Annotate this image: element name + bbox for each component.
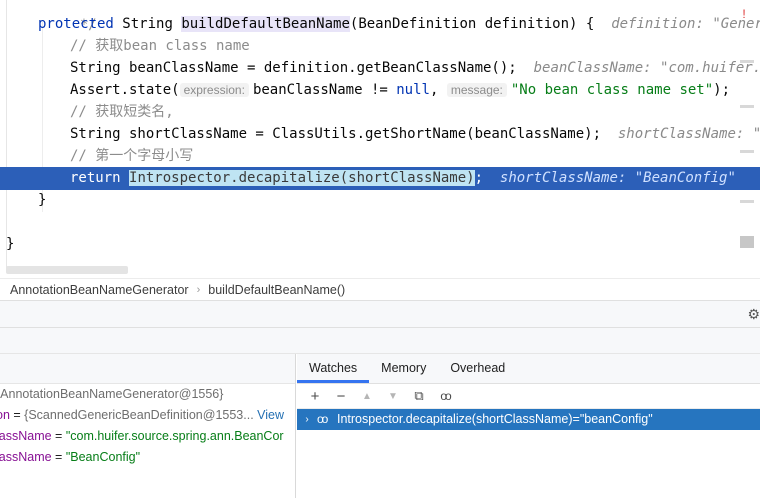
variable-value: {AnnotationBeanNameGenerator@1556} (0, 387, 224, 401)
variable-equals: = (51, 450, 66, 464)
return-type: String (122, 16, 173, 32)
debug-toolbar-area (0, 328, 760, 354)
method-params: (BeanDefinition definition) { (349, 16, 595, 32)
tab-memory[interactable]: Memory (369, 353, 438, 383)
watch-glasses-icon: oo (317, 412, 328, 426)
debug-tool-window-header: ⚙ (0, 300, 760, 328)
code-semicolon: ; (474, 170, 484, 186)
param-hint-expression: expression: (179, 83, 249, 97)
variables-header (0, 354, 295, 384)
scroll-marker[interactable] (740, 200, 754, 203)
watch-item[interactable]: › oo Introspector.decapitalize(shortClas… (297, 409, 760, 430)
error-mark-icon[interactable]: ! (738, 8, 750, 20)
debug-tabs: Watches Memory Overhead (297, 354, 760, 384)
code-line-comment[interactable]: // 获取bean class name (0, 35, 760, 57)
tab-overhead[interactable]: Overhead (438, 353, 517, 383)
vertical-scroll-thumb[interactable] (740, 236, 754, 248)
variable-row-definition[interactable]: on = {ScannedGenericBeanDefinition@1553.… (0, 405, 295, 426)
watches-panel: Watches Memory Overhead + − ▲ ▼ ⧉ oo › o… (297, 354, 760, 498)
watch-value: "beanConfig" (579, 412, 653, 426)
watches-toolbar: + − ▲ ▼ ⧉ oo (297, 384, 760, 409)
code-comment: // 获取短类名, (70, 104, 174, 120)
variable-row-shortClassName[interactable]: lassName = "BeanConfig" (0, 447, 295, 468)
variable-row-this[interactable]: {AnnotationBeanNameGenerator@1556} (0, 384, 295, 405)
keyword-protected: protected (38, 16, 114, 32)
watch-expression: Introspector.decapitalize(shortClassName… (337, 412, 573, 426)
variable-equals: = (51, 429, 66, 443)
code-editor[interactable]: */ protected String buildDefaultBeanName… (0, 0, 760, 278)
code-line-comment[interactable]: // 获取短类名, (0, 101, 760, 123)
variable-value: {ScannedGenericBeanDefinition@1553... (24, 408, 254, 422)
code-statement: String shortClassName = ClassUtils.getSh… (70, 126, 602, 142)
code-line-method-signature[interactable]: protected String buildDefaultBeanName(Be… (0, 13, 760, 35)
code-line[interactable]: String beanClassName = definition.getBea… (0, 57, 760, 79)
scroll-marker[interactable] (740, 150, 754, 153)
inline-value-hint: shortClassName: "Bea (617, 126, 760, 142)
remove-watch-button[interactable]: − (329, 385, 353, 407)
variable-name: on (0, 408, 10, 422)
execution-point-line[interactable]: return Introspector.decapitalize(shortCl… (0, 167, 760, 190)
variable-equals: = (9, 408, 25, 422)
code-comment: // 第一个字母小写 (70, 148, 194, 164)
param-hint-message: message: (446, 83, 507, 97)
closing-brace: } (6, 236, 15, 252)
breadcrumb-method[interactable]: buildDefaultBeanName() (208, 283, 345, 297)
breadcrumb: AnnotationBeanNameGenerator › buildDefau… (0, 278, 760, 300)
scroll-marker[interactable] (740, 105, 754, 108)
expand-arrow-icon[interactable]: › (297, 409, 317, 430)
scroll-marker[interactable] (740, 60, 754, 63)
code-line[interactable]: } (0, 233, 760, 255)
code-statement: String beanClassName = definition.getBea… (70, 60, 517, 76)
code-close: ); (713, 82, 731, 98)
selected-expression[interactable]: Introspector.decapitalize(shortClassName… (129, 170, 475, 186)
closing-brace: } (38, 192, 47, 208)
gear-icon[interactable]: ⚙ (747, 306, 760, 323)
keyword-null: null (396, 82, 430, 98)
chevron-right-icon: › (196, 283, 201, 296)
move-down-button[interactable]: ▼ (381, 385, 405, 407)
code-line[interactable]: String shortClassName = ClassUtils.getSh… (0, 123, 760, 145)
code-line[interactable]: Assert.state(expression: beanClassName !=… (0, 79, 760, 101)
move-up-button[interactable]: ▲ (355, 385, 379, 407)
code-line-comment[interactable]: // 第一个字母小写 (0, 145, 760, 167)
code-comma: , (429, 82, 439, 98)
variable-name: lassName (0, 450, 52, 464)
code-line[interactable]: */ (0, 0, 760, 33)
code-call: Assert.state( (70, 82, 180, 98)
variable-value: "BeanConfig" (65, 450, 141, 464)
method-name[interactable]: buildDefaultBeanName (181, 16, 350, 32)
tab-watches[interactable]: Watches (297, 353, 370, 383)
keyword-return: return (70, 170, 121, 186)
variable-row-beanClassName[interactable]: lassName = "com.huifer.source.spring.ann… (0, 426, 295, 447)
add-watch-button[interactable]: + (303, 385, 327, 407)
watch-equals: = (572, 412, 580, 426)
view-link[interactable]: View (257, 408, 284, 422)
glasses-icon[interactable]: oo (433, 385, 457, 407)
breadcrumb-class[interactable]: AnnotationBeanNameGenerator (10, 283, 189, 297)
string-literal: "No bean class name set" (510, 82, 714, 98)
code-comment: // 获取bean class name (70, 38, 250, 54)
horizontal-scrollbar[interactable] (6, 266, 128, 274)
variable-name: lassName (0, 429, 52, 443)
variable-value: "com.huifer.source.spring.ann.BeanCor (65, 429, 284, 443)
copy-icon[interactable]: ⧉ (407, 385, 431, 407)
code-expr: beanClassName != (252, 82, 397, 98)
code-line[interactable]: } (0, 189, 760, 211)
inline-value-hint: shortClassName: "BeanConfig" (499, 170, 736, 186)
inline-value-hint: beanClassName: "com.huifer.sou (533, 60, 760, 76)
variables-panel: {AnnotationBeanNameGenerator@1556} on = … (0, 354, 296, 498)
